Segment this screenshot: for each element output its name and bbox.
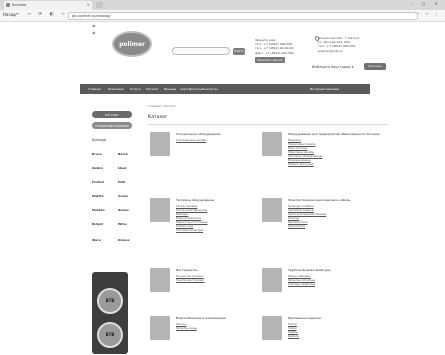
brand-logo[interactable]: Knipex [118,238,130,242]
mail-icon[interactable]: ◉ [92,29,96,36]
category-image [150,132,170,156]
tab-title: Каталог [12,3,28,7]
brand-logo[interactable]: Festool [92,180,104,184]
category-image [262,268,282,292]
browser-toolbar: Назад ← → ⟳ ◐ ☆ gk-polimer.ru/catalog/ ⋯… [0,10,445,22]
promo-text: BTB [105,332,115,337]
address-line: тел.: +7 (4842) 000-000 [318,44,356,49]
category-link[interactable]: Клапаны обратные [288,282,315,286]
category-link[interactable]: Тепловентиляторы [176,228,203,232]
tab-close-icon[interactable]: × [87,2,90,7]
search-button[interactable]: Найти [233,48,245,55]
brand-logo[interactable]: Wiha [118,222,127,226]
brand-logo[interactable]: Grohe [118,194,128,198]
category-image [262,316,282,340]
brand-logo[interactable]: Daikin [92,166,103,170]
title-divider [148,124,388,125]
category-title[interactable]: Оборудование для предприятий общественно… [288,132,379,136]
browser-menu-icons[interactable]: ⋯ ☆ ⋮ [415,12,441,17]
category-link[interactable]: Фильтры воды [176,326,197,330]
address-line: polimer@mail.ru [318,48,343,53]
new-tab-button[interactable] [96,2,103,8]
category-link[interactable]: Дюбели [288,334,299,338]
browser-tab[interactable]: Каталог × [4,1,92,10]
category-image [150,316,170,340]
category-link[interactable]: Мебель для кухни [288,162,314,166]
back-button[interactable]: Назад [3,12,16,17]
category-title[interactable]: Тепловое оборудование [176,198,214,202]
category-title[interactable]: Трубопроводная арматура [288,268,330,272]
promo-text: BTB [105,298,115,303]
nav-item[interactable]: Услуги [130,87,141,91]
phone-line: тел.: +7 (4842) 00-00-00 [255,46,294,51]
nav-item[interactable]: Сертификаты [180,87,202,91]
category-link[interactable]: Холодильные шкафы [176,138,206,142]
promo-badge: BTB [97,288,123,314]
home-icon[interactable]: ◉ [92,22,96,29]
category-link[interactable]: Удлинители [288,224,305,228]
header-mini-icons: ◉ ◉ [92,22,96,36]
nav-item[interactable]: Контакты [202,87,217,91]
search-input[interactable] [172,47,230,55]
brand-logo[interactable]: Ridgid [92,222,103,226]
brands-heading: Бренды [92,138,107,142]
brand-logo[interactable]: Metabo [92,208,105,212]
catalog-button[interactable]: КАТАЛОГ [92,111,132,118]
city-select[interactable]: Выберите ваш город ▾ [312,65,353,69]
category-title[interactable]: Водоснабжение и канализация [176,316,226,320]
address-bar[interactable]: gk-polimer.ru/catalog/ [68,12,418,20]
special-offers-button[interactable]: СПЕЦПРЕДЛОЖЕНИЯ [92,122,132,129]
nav-icons[interactable]: ← → ⟳ ◐ ☆ [16,12,68,17]
address-block: Калужская обл., г. Калуга ул. Московская… [318,36,359,53]
logo-text: polimer [119,41,145,48]
favicon-icon [6,3,10,7]
category-title[interactable]: Холодильное оборудование [176,132,220,136]
brand-logo[interactable]: Makita [92,194,104,198]
page-title: Каталог [148,115,168,120]
nav-item[interactable]: Бренды [164,87,176,91]
breadcrumb[interactable]: Главная / Каталог [148,104,177,108]
main-nav: Главная Компания Услуги Каталог Бренды С… [80,84,370,94]
brand-logo[interactable]: Hilti [118,180,125,184]
category-title[interactable]: Крепежные изделия [288,316,321,320]
browser-tab-bar: Каталог × – ▢ ✕ [0,0,445,10]
category-image [150,268,170,292]
callback-button[interactable]: Заказать звонок [255,56,286,64]
nav-shop-link[interactable]: Интернет-магазин [310,87,339,91]
category-image [262,198,282,222]
phone-block: Звоните нам тел.: +7 (4842) 000-000 тел.… [255,38,294,64]
category-image [262,132,282,156]
window-controls[interactable]: – ▢ ✕ [410,1,442,6]
brand-logo[interactable]: Wera [92,238,101,242]
cart-button[interactable]: Корзина [364,63,386,70]
brand-logo[interactable]: Bosch [118,152,128,156]
promo-badge: BTB [97,322,123,348]
brand-logo[interactable]: Bruce [92,152,102,156]
nav-item[interactable]: Главная [88,87,101,91]
nav-item[interactable]: Компания [108,87,124,91]
promo-banner[interactable]: BTB BTB [92,272,128,354]
phone-line: факс: +7 (4842) 000-000 [255,50,294,55]
brand-logo[interactable]: Ideal [118,166,126,170]
nav-item[interactable]: Каталог [146,87,159,91]
category-link[interactable]: Электроинструмент [176,278,205,282]
category-title[interactable]: Электротехнические изделия и кабель [288,198,350,202]
brand-logo[interactable]: Rehau [118,208,129,212]
category-image [150,198,170,222]
category-title[interactable]: Инструменты [176,268,197,272]
